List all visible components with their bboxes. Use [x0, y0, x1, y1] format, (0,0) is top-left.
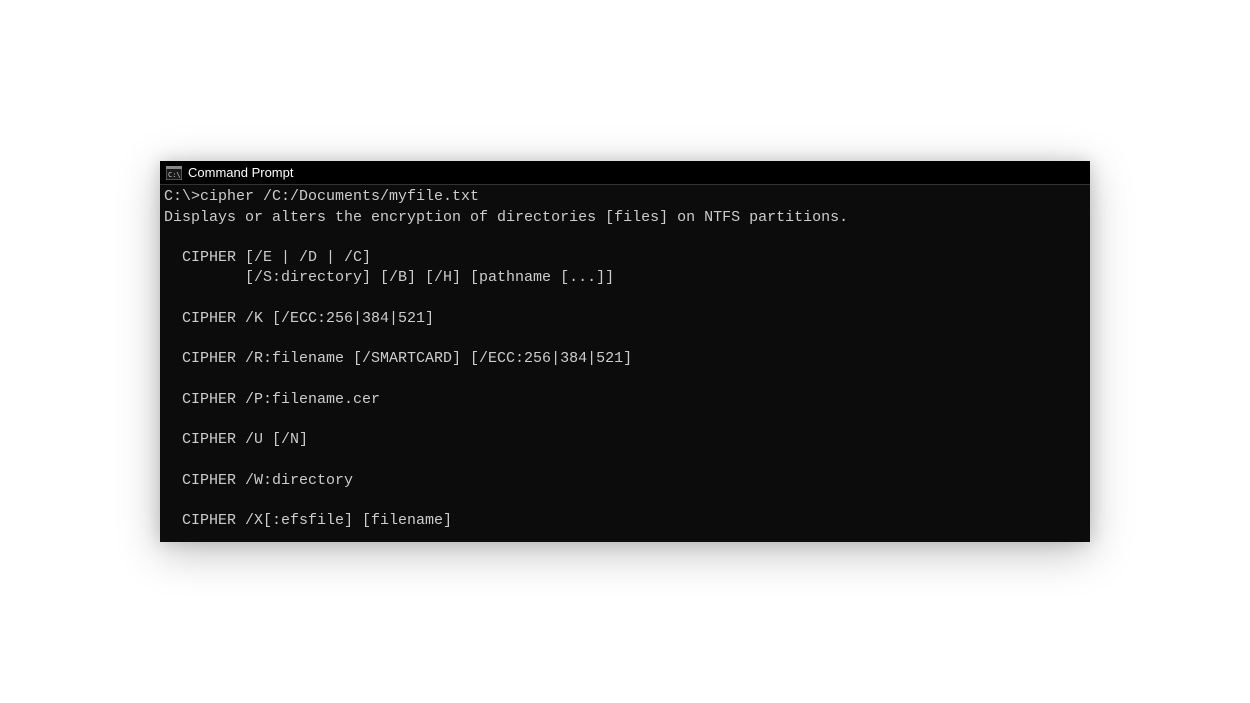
- command-prompt-window: C:\ Command Prompt C:\>cipher /C:/Docume…: [160, 161, 1090, 541]
- window-title: Command Prompt: [188, 165, 293, 180]
- cmd-icon: C:\: [166, 166, 182, 180]
- entered-command: cipher /C:/Documents/myfile.txt: [200, 188, 479, 205]
- svg-text:C:\: C:\: [168, 171, 181, 179]
- output-line: CIPHER /K [/ECC:256|384|521]: [164, 310, 434, 327]
- output-line: [/S:directory] [/B] [/H] [pathname [...]…: [164, 269, 614, 286]
- output-line: CIPHER /U [/N]: [164, 431, 308, 448]
- titlebar[interactable]: C:\ Command Prompt: [160, 161, 1090, 185]
- output-line: CIPHER /R:filename [/SMARTCARD] [/ECC:25…: [164, 350, 632, 367]
- output-line: CIPHER /W:directory: [164, 472, 353, 489]
- prompt: C:\>: [164, 188, 200, 205]
- terminal-output[interactable]: C:\>cipher /C:/Documents/myfile.txt Disp…: [160, 185, 1090, 541]
- output-line: CIPHER [/E | /D | /C]: [164, 249, 371, 266]
- output-line: Displays or alters the encryption of dir…: [164, 209, 848, 226]
- output-line: CIPHER /P:filename.cer: [164, 391, 380, 408]
- output-line: CIPHER /X[:efsfile] [filename]: [164, 512, 452, 529]
